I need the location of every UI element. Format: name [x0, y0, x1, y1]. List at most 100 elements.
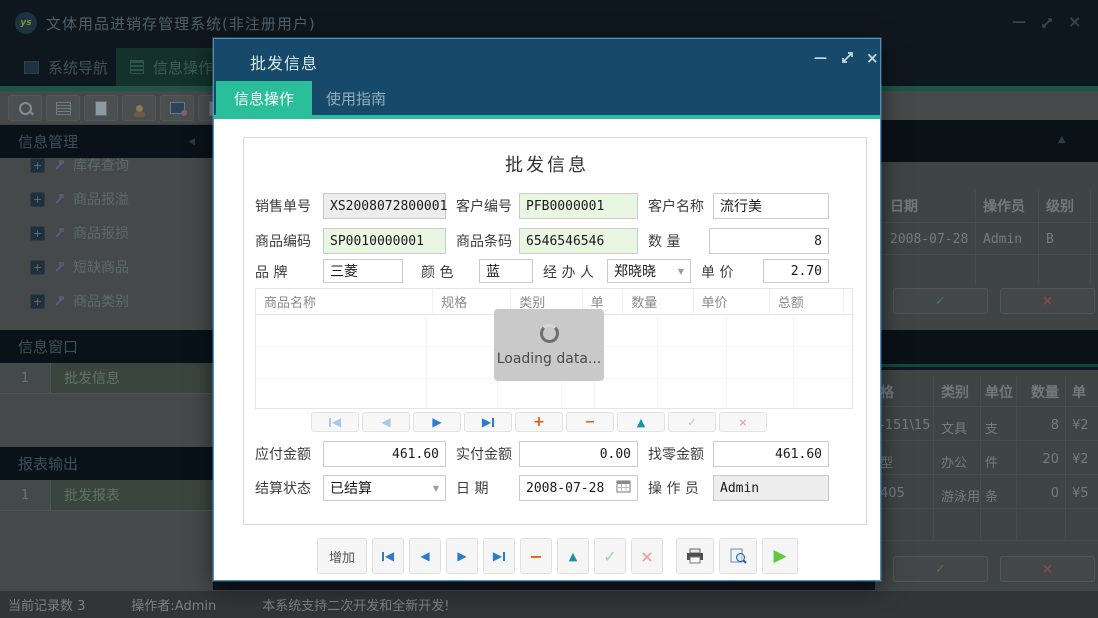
- grid-last-button[interactable]: ▶: [464, 412, 512, 432]
- cell-unit[interactable]: 件: [985, 452, 998, 471]
- print-button[interactable]: [676, 538, 714, 574]
- grid-edit-button[interactable]: ▲: [617, 412, 665, 432]
- calendar-icon[interactable]: [616, 479, 631, 497]
- right-panel-header-bottom[interactable]: [875, 330, 1098, 367]
- grid-confirm-button[interactable]: ✓: [668, 412, 716, 432]
- cell-unit[interactable]: 条: [985, 486, 998, 505]
- cell-operator[interactable]: Admin: [983, 232, 1022, 247]
- column-header-operator[interactable]: 操作员: [983, 196, 1025, 216]
- chevron-down-icon[interactable]: ▼: [678, 267, 684, 276]
- preview-button[interactable]: [719, 538, 757, 574]
- grid-add-button[interactable]: +: [515, 412, 563, 432]
- column-header-unit[interactable]: 单位: [985, 382, 1013, 402]
- cell-price[interactable]: ¥2: [1072, 418, 1089, 433]
- cancel-button[interactable]: ×: [1000, 556, 1095, 582]
- quantity-field[interactable]: 8: [709, 228, 829, 254]
- column-header-date[interactable]: 日期: [890, 196, 918, 216]
- chevron-down-icon[interactable]: ▼: [433, 484, 439, 493]
- edit-button[interactable]: ▲: [557, 538, 589, 574]
- cell-spec[interactable]: 型: [880, 452, 893, 471]
- window-minimize-icon[interactable]: —: [1012, 14, 1026, 30]
- column-header-spec[interactable]: 格: [880, 382, 894, 402]
- cancel-button[interactable]: ×: [631, 538, 663, 574]
- col-total[interactable]: 总额: [770, 289, 844, 314]
- expand-plus-icon[interactable]: +: [30, 294, 45, 309]
- run-button[interactable]: ▶: [762, 538, 798, 574]
- sidebar-item-overflow[interactable]: + 商品报溢: [0, 184, 213, 214]
- col-qty[interactable]: 数量: [623, 289, 693, 314]
- list-item-wholesale-report[interactable]: 1 批发报表: [0, 480, 213, 511]
- brand-field[interactable]: 三菱: [323, 259, 403, 283]
- dialog-minimize-icon[interactable]: —: [814, 51, 827, 66]
- cancel-button[interactable]: ×: [1000, 288, 1095, 314]
- expand-plus-icon[interactable]: +: [30, 158, 45, 173]
- cell-category[interactable]: 办公: [941, 452, 967, 471]
- cell-qty[interactable]: 8: [1021, 418, 1059, 433]
- collapse-left-icon[interactable]: ◀: [188, 137, 195, 147]
- date-picker[interactable]: 2008-07-28: [519, 475, 638, 501]
- save-button[interactable]: ✓: [594, 538, 626, 574]
- grid-next-button[interactable]: ▶: [413, 412, 461, 432]
- prev-button[interactable]: ◀: [409, 538, 441, 574]
- column-header-level[interactable]: 级别: [1046, 196, 1074, 216]
- dialog-tab-user-guide[interactable]: 使用指南: [326, 81, 386, 115]
- col-unit-price[interactable]: 单价: [694, 289, 770, 314]
- sidebar-item-damage[interactable]: + 商品报损: [0, 218, 213, 248]
- add-button[interactable]: 增加: [317, 538, 367, 574]
- grid-cancel-button[interactable]: ×: [719, 412, 767, 432]
- dialog-maximize-icon[interactable]: [840, 50, 855, 69]
- grid-prev-button[interactable]: ◀: [362, 412, 410, 432]
- next-button[interactable]: ▶: [446, 538, 478, 574]
- agent-combobox[interactable]: 郑晓晓 ▼: [607, 259, 691, 283]
- barcode-field[interactable]: 6546546546: [519, 228, 638, 254]
- cell-price[interactable]: ¥5: [1072, 486, 1089, 501]
- confirm-button[interactable]: ✓: [893, 556, 988, 582]
- cell-price[interactable]: ¥2: [1072, 452, 1089, 467]
- unit-price-field[interactable]: 2.70: [763, 259, 829, 283]
- cell-unit[interactable]: 支: [985, 418, 998, 437]
- tab-info-operation[interactable]: 信息操作: [116, 48, 227, 86]
- color-field[interactable]: 蓝: [479, 259, 533, 283]
- search-button[interactable]: [8, 95, 42, 121]
- sidebar-header-info-window[interactable]: 信息窗口: [0, 330, 213, 363]
- change-field[interactable]: 461.60: [713, 441, 829, 467]
- cell-spec[interactable]: 405: [880, 486, 905, 501]
- expand-plus-icon[interactable]: +: [30, 226, 45, 241]
- cell-level[interactable]: B: [1046, 232, 1054, 247]
- expand-plus-icon[interactable]: +: [30, 192, 45, 207]
- col-product-name[interactable]: 商品名称: [256, 289, 433, 314]
- dialog-close-icon[interactable]: ×: [866, 49, 879, 67]
- grid-first-button[interactable]: ◀: [311, 412, 359, 432]
- window-restore-icon[interactable]: [1040, 15, 1054, 34]
- sidebar-header-info-mgmt[interactable]: 信息管理 ◀: [0, 125, 213, 158]
- delete-button[interactable]: −: [520, 538, 552, 574]
- list-item-wholesale-info[interactable]: 1 批发信息: [0, 363, 213, 394]
- confirm-button[interactable]: ✓: [893, 288, 988, 314]
- column-header-qty[interactable]: 数量: [1031, 382, 1059, 402]
- user-button[interactable]: [122, 95, 156, 121]
- document-button[interactable]: [84, 95, 118, 121]
- customer-name-field[interactable]: 流行美: [713, 193, 829, 219]
- tab-system-nav[interactable]: 系统导航: [10, 48, 122, 86]
- settle-status-combobox[interactable]: 已结算 ▼: [323, 475, 446, 501]
- cell-category[interactable]: 游泳用: [941, 486, 979, 505]
- cell-spec[interactable]: -151\15: [880, 418, 932, 433]
- column-header-price[interactable]: 单: [1072, 382, 1086, 402]
- dialog-tab-info-operation[interactable]: 信息操作: [216, 81, 312, 115]
- first-button[interactable]: ◀: [372, 538, 404, 574]
- payable-field[interactable]: 461.60: [323, 441, 446, 467]
- customer-no-field[interactable]: PFB0000001: [519, 193, 638, 219]
- right-panel-header-top[interactable]: ▲: [875, 120, 1098, 162]
- cell-qty[interactable]: 0: [1021, 486, 1059, 501]
- grid-remove-button[interactable]: −: [566, 412, 614, 432]
- list-button[interactable]: [46, 95, 80, 121]
- sidebar-item-shortage[interactable]: + 短缺商品: [0, 252, 213, 282]
- column-header-category[interactable]: 类别: [941, 382, 969, 402]
- paid-field[interactable]: 0.00: [519, 441, 638, 467]
- sidebar-header-report-output[interactable]: 报表输出: [0, 447, 213, 480]
- monitor-button[interactable]: [160, 95, 194, 121]
- cell-qty[interactable]: 20: [1021, 452, 1059, 467]
- cell-category[interactable]: 文具: [941, 418, 967, 437]
- cell-date[interactable]: 2008-07-28: [890, 232, 968, 247]
- sidebar-item-category[interactable]: + 商品类别: [0, 286, 213, 316]
